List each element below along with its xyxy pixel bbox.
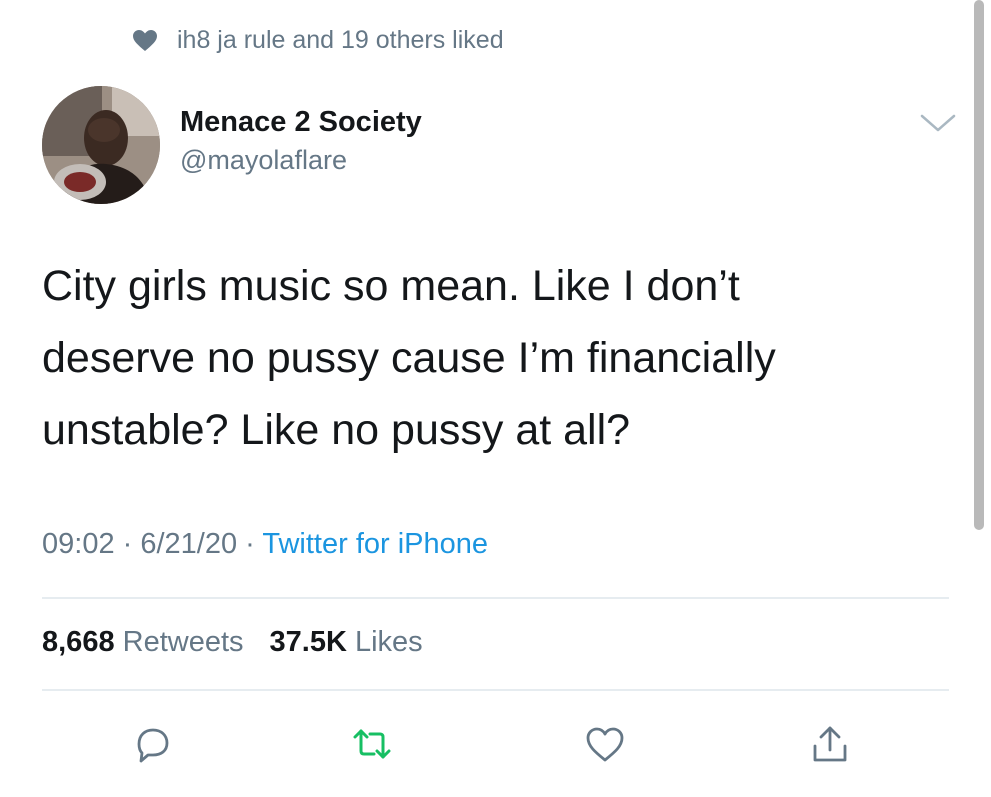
retweet-icon[interactable] [350,722,394,766]
likes-label: Likes [354,626,423,658]
tweet-stats: 8,668 Retweets 37.5K Likes [42,626,423,659]
tweet-line: City girls music so mean. Like I don’t [42,262,740,310]
scrollbar[interactable] [974,0,984,530]
retweets-count: 8,668 [42,626,115,658]
tweet-source-link[interactable]: Twitter for iPhone [262,528,488,560]
tweet-date: 6/21/20 [140,528,238,560]
divider [42,689,949,691]
author-display-name[interactable]: Menace 2 Society [180,106,422,139]
likes-count: 37.5K [269,626,347,658]
retweets-label: Retweets [122,626,244,658]
tweet-line: unstable? Like no pussy at all? [42,406,631,454]
likes-stat[interactable]: 37.5K Likes [270,626,423,658]
avatar[interactable] [42,86,160,204]
reply-icon[interactable] [131,722,175,766]
avatar-photo [42,86,160,204]
share-icon[interactable] [808,722,852,766]
like-icon[interactable] [583,722,627,766]
meta-separator: · [237,528,263,560]
tweet-text: City girls music so mean. Like I don’t d… [42,250,942,466]
tweet-time: 09:02 [42,528,115,560]
divider [42,597,949,599]
tweet-line: deserve no pussy cause I’m financially [42,334,776,382]
retweets-stat[interactable]: 8,668 Retweets [42,626,244,658]
social-context[interactable]: ih8 ja rule and 19 others liked [133,26,504,55]
heart-icon [133,29,157,51]
chevron-down-icon[interactable] [918,112,958,136]
author-handle[interactable]: @mayolaflare [180,145,422,176]
social-context-text: ih8 ja rule and 19 others liked [177,26,504,54]
meta-separator: · [114,528,141,560]
tweet-meta: 09:02 · 6/21/20 · Twitter for iPhone [42,528,488,561]
